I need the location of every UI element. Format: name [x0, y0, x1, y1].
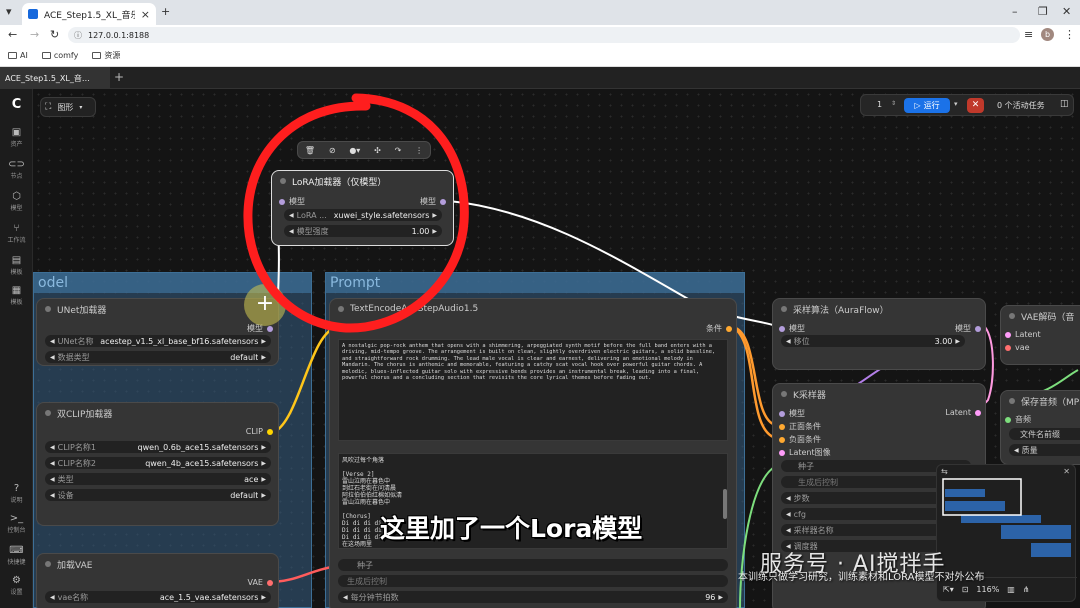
fit-view-icon[interactable]: ⊡ — [962, 585, 969, 594]
output-latent[interactable]: Latent — [945, 408, 981, 417]
active-tasks[interactable]: 0 个活动任务 — [997, 100, 1045, 111]
input-latent[interactable]: Latent图像 — [779, 447, 831, 458]
input-audio[interactable]: 音频 — [1005, 414, 1031, 425]
input-vae[interactable]: vae — [1005, 343, 1030, 352]
node-text-encode[interactable]: TextEncodeAceStepAudio1.5 clip 条件 A nost… — [329, 298, 737, 608]
node-model-sampling[interactable]: 采样算法（AuraFlow） 模型 模型 ◀ 移位 3.00 ▶ — [772, 298, 986, 370]
annotation-circle — [243, 93, 469, 333]
cancel-button[interactable]: ✕ — [967, 98, 984, 113]
widget-seed[interactable]: 种子 — [338, 559, 728, 571]
run-toolbar: 1 ⇕ ▷ 运行 ▾ ✕ 0 个活动任务 ◫ — [860, 94, 1074, 116]
output-model[interactable]: 模型 — [955, 323, 981, 334]
output-conditioning[interactable]: 条件 — [706, 323, 732, 334]
input-latent[interactable]: Latent — [1005, 330, 1041, 339]
select-tool-icon[interactable]: ⇱▾ — [943, 585, 954, 594]
graph-menu-button[interactable]: ⛶ 图形 ▾ — [40, 97, 96, 117]
scrollbar-thumb[interactable] — [723, 489, 727, 519]
node-save-audio[interactable]: 保存音频（MP3 音频 文件名前缀 ◀ 质量 — [1000, 390, 1080, 465]
run-button[interactable]: ▷ 运行 — [904, 98, 950, 113]
input-model[interactable]: 模型 — [779, 323, 805, 334]
node-dual-clip[interactable]: 双CLIP加载器 CLIP ◀ CLIP名称1 qwen_0.6b_ace15.sa… — [36, 402, 279, 526]
link-cond-pos — [731, 325, 777, 427]
video-caption: 这里加了一个Lora模型 — [380, 514, 643, 543]
widget-filename-prefix[interactable]: 文件名前缀 — [1009, 428, 1080, 440]
widget-control-after[interactable]: 生成后控制 — [338, 575, 728, 587]
prompt-textarea[interactable]: A nostalgic pop-rock anthem that opens w… — [338, 339, 728, 441]
input-model[interactable]: 模型 — [779, 408, 805, 419]
minimap-view — [942, 478, 1071, 557]
widget-dtype[interactable]: ◀ 数据类型 default ▶ — [45, 351, 271, 363]
play-icon: ▷ — [914, 101, 921, 110]
link-visibility-icon[interactable]: ⋔ — [1023, 585, 1030, 594]
output-vae[interactable]: VAE — [248, 578, 273, 587]
widget-vae-name[interactable]: ◀ vae名称 ace_1.5_vae.safetensors ▶ — [45, 591, 271, 603]
input-positive[interactable]: 正面条件 — [779, 421, 821, 432]
widget-clip2[interactable]: ◀ CLIP名称2 qwen_4b_ace15.safetensors ▶ — [45, 457, 271, 469]
close-icon[interactable]: ✕ — [1063, 467, 1070, 476]
link-seed — [739, 465, 777, 608]
output-clip[interactable]: CLIP — [246, 427, 273, 436]
zoom-level[interactable]: 116% — [976, 585, 999, 594]
node-vae-decode[interactable]: VAE解码（音 Latent vae — [1000, 305, 1080, 365]
widget-type[interactable]: ◀ 类型 ace ▶ — [45, 473, 271, 485]
widget-shift[interactable]: ◀ 移位 3.00 ▶ — [781, 335, 965, 347]
graph-icon: ⛶ — [45, 102, 52, 112]
node-load-vae[interactable]: 加载VAE VAE ◀ vae名称 ace_1.5_vae.safetensors ▶ — [36, 553, 279, 608]
widget-bpm[interactable]: ◀ 每分钟节拍数 96 ▶ — [338, 591, 728, 603]
widget-quality[interactable]: ◀ 质量 — [1009, 444, 1080, 456]
map-icon[interactable]: ▥ — [1007, 585, 1015, 594]
minimap-settings-icon[interactable]: ⇆ — [941, 467, 948, 476]
footnote: 本训练只做学习研究，训练素材和LORA模型不对外公布 — [738, 572, 985, 583]
run-options-icon[interactable]: ▾ — [954, 100, 958, 108]
widget-clip1[interactable]: ◀ CLIP名称1 qwen_0.6b_ace15.safetensors ▶ — [45, 441, 271, 453]
chevron-down-icon: ▾ — [79, 103, 83, 111]
batch-count[interactable]: 1 — [877, 100, 882, 109]
stepper-icon[interactable]: ⇕ — [891, 100, 896, 107]
input-negative[interactable]: 负面条件 — [779, 434, 821, 445]
panel-toggle-icon[interactable]: ◫ — [1060, 99, 1069, 109]
widget-device[interactable]: ◀ 设备 default ▶ — [45, 489, 271, 501]
